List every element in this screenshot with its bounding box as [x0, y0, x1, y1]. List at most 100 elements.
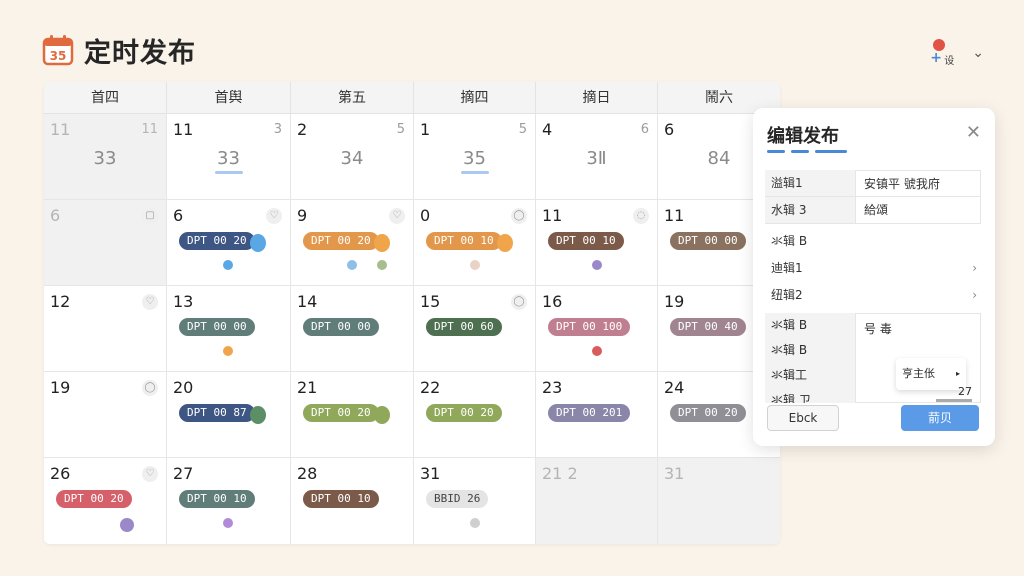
scheduled-post-tag[interactable]: DPT 00 20: [426, 404, 502, 422]
reaction-icon[interactable]: ◯: [511, 294, 527, 310]
reaction-icon[interactable]: ◌: [633, 208, 649, 224]
calendar-day-cell[interactable]: 31: [658, 458, 780, 544]
calendar-day-cell[interactable]: 16 DPT 00 100: [536, 286, 658, 371]
calendar-day-cell[interactable]: 28 DPT 00 10: [291, 458, 414, 544]
calendar-day-cell[interactable]: 14 DPT 00 00: [291, 286, 414, 371]
scheduled-post-tag[interactable]: DPT 00 100: [548, 318, 631, 336]
scheduled-post-tag[interactable]: DPT 00 87: [179, 404, 255, 422]
tab-indicator[interactable]: [815, 150, 847, 153]
day-number: 28: [297, 464, 318, 483]
calendar-day-cell[interactable]: 4 6 3Ⅱ: [536, 114, 658, 199]
day-number: 15: [420, 292, 441, 311]
day-number: 11: [664, 206, 685, 225]
status-dot-icon: [347, 260, 357, 270]
calendar-day-cell[interactable]: 22 DPT 00 20: [414, 372, 536, 457]
form-value[interactable]: 安镇平 號我府: [855, 170, 981, 197]
reaction-icon[interactable]: ♡: [142, 466, 158, 482]
day-corner-number: 3: [273, 122, 282, 137]
scheduled-post-tag[interactable]: DPT 00 20: [303, 232, 379, 250]
reaction-icon[interactable]: ♡: [142, 294, 158, 310]
user-settings-button[interactable]: + 设: [930, 38, 960, 68]
form-label: 氺辑 ㄗ: [771, 393, 811, 403]
reaction-icon[interactable]: ◯: [142, 380, 158, 396]
calendar-day-cell[interactable]: 12 ♡: [44, 286, 167, 371]
scheduled-post-tag[interactable]: DPT 00 10: [179, 490, 255, 508]
scheduled-post-tag[interactable]: DPT 00 40: [670, 318, 746, 336]
scheduled-post-tag[interactable]: DPT 00 20: [670, 404, 746, 422]
day-number: 31: [664, 464, 685, 483]
day-number: 26: [50, 464, 71, 483]
tab-indicator[interactable]: [767, 150, 785, 153]
scheduled-post-tag[interactable]: DPT 00 10: [426, 232, 502, 250]
day-corner-number: 11: [141, 122, 158, 137]
form-label: 氺辑工: [771, 368, 808, 382]
calendar-day-cell[interactable]: 21 DPT 00 20: [291, 372, 414, 457]
reaction-icon[interactable]: ♡: [389, 208, 405, 224]
chevron-down-icon[interactable]: ⌄: [972, 45, 984, 61]
confirm-button[interactable]: 葥贝: [901, 405, 979, 431]
scheduled-post-tag[interactable]: DPT 00 60: [426, 318, 502, 336]
calendar-day-cell[interactable]: 31 BBID 26: [414, 458, 536, 544]
scheduled-post-tag[interactable]: DPT 00 20: [56, 490, 132, 508]
calendar-day-cell[interactable]: 9 ♡ DPT 00 20: [291, 200, 414, 285]
day-number: 14: [297, 292, 318, 311]
form-row[interactable]: 水辑 3 給頌: [765, 197, 981, 224]
day-number: 23: [542, 378, 563, 397]
calendar-day-cell[interactable]: 2 5 34: [291, 114, 414, 199]
scheduled-post-tag[interactable]: DPT 00 20: [179, 232, 255, 250]
scheduled-post-tag[interactable]: BBID 26: [426, 490, 489, 508]
scheduled-post-tag[interactable]: DPT 00 10: [548, 232, 624, 250]
calendar-day-cell[interactable]: 20 DPT 00 87: [167, 372, 291, 457]
scheduled-post-tag[interactable]: DPT 00 20: [303, 404, 379, 422]
calendar-day-cell[interactable]: 0 ◯ DPT 00 10: [414, 200, 536, 285]
calendar-day-cell[interactable]: 13 DPT 00 00: [167, 286, 291, 371]
calendar-day-cell[interactable]: 26 ♡ DPT 00 20: [44, 458, 167, 544]
calendar-day-cell[interactable]: 1 5 35: [414, 114, 536, 199]
day-number: 0: [420, 206, 431, 225]
calendar-day-cell[interactable]: 6 ▢: [44, 200, 167, 285]
form-row[interactable]: 溢辑1 安镇平 號我府: [765, 170, 981, 197]
form-plain-row[interactable]: 纽辑2 ›: [765, 282, 981, 309]
calendar-day-cell[interactable]: 21 2: [536, 458, 658, 544]
day-number: 13: [173, 292, 194, 311]
calendar-day-cell[interactable]: 11 ◌ DPT 00 10: [536, 200, 658, 285]
scheduled-post-tag[interactable]: DPT 00 00: [670, 232, 746, 250]
edit-publish-panel: 编辑发布 ✕ 溢辑1 安镇平 號我府 水辑 3 給頌 氺辑 B 迪辑1 › 纽辑2…: [753, 108, 995, 446]
day-number: 6: [664, 120, 675, 139]
calendar-week-row: 6 ▢ 6 ♡ DPT 00 20 9 ♡ DPT 00 20 0 ◯ DPT 00 10 11 ◌ DP…: [44, 200, 780, 286]
calendar-day-cell[interactable]: 15 ◯ DPT 00 60: [414, 286, 536, 371]
form-plain-row[interactable]: 氺辑 B: [765, 228, 981, 255]
calendar-day-cell[interactable]: 27 DPT 00 10: [167, 458, 291, 544]
form-plain-row[interactable]: 迪辑1 ›: [765, 255, 981, 282]
scheduled-post-tag[interactable]: DPT 00 201: [548, 404, 631, 422]
dropdown-popover[interactable]: 亨主伥 ▸: [896, 358, 966, 390]
reaction-icon[interactable]: ◯: [511, 208, 527, 224]
calendar-day-cell[interactable]: 23 DPT 00 201: [536, 372, 658, 457]
back-button[interactable]: Ebck: [767, 405, 839, 431]
reaction-icon[interactable]: ♡: [266, 208, 282, 224]
scheduled-post-tag[interactable]: DPT 00 00: [303, 318, 379, 336]
day-number: 31: [420, 464, 441, 483]
reaction-icon[interactable]: ▢: [142, 208, 158, 224]
svg-text:35: 35: [50, 49, 67, 63]
calendar-day-cell[interactable]: 11 11 33: [44, 114, 167, 199]
status-dot-icon: [223, 260, 233, 270]
day-number: 11: [50, 120, 71, 139]
day-corner-number: 6: [640, 122, 649, 137]
close-icon[interactable]: ✕: [966, 122, 981, 143]
calendar-day-cell[interactable]: 6 ♡ DPT 00 20: [167, 200, 291, 285]
form-block-labels: 氺辑 B 氺辑 B 氺辑工 氺辑 ㄗ: [765, 313, 855, 403]
calendar-weeks: 11 11 33 11 3 33 2 5 34 1 5 35 4 6 3Ⅱ 6 84 6 ▢ 6 ♡ DPT 00 20 9…: [44, 114, 780, 544]
form-label: 溢辑1: [765, 170, 855, 197]
tab-indicator[interactable]: [791, 150, 809, 153]
form-value[interactable]: 給頌: [855, 197, 981, 224]
form-block: 氺辑 B 氺辑 B 氺辑工 氺辑 ㄗ 号 毒 亨主伥 ▸ 27: [765, 313, 981, 403]
scheduled-post-tag[interactable]: DPT 00 00: [179, 318, 255, 336]
calendar-day-cell[interactable]: 19 ◯: [44, 372, 167, 457]
scroll-indicator[interactable]: [936, 399, 972, 402]
calendar-day-cell[interactable]: 11 3 33: [167, 114, 291, 199]
day-number: 4: [542, 120, 553, 139]
scheduled-post-tag[interactable]: DPT 00 10: [303, 490, 379, 508]
form-block-content[interactable]: 号 毒 亨主伥 ▸ 27: [855, 313, 981, 403]
status-dot-icon: [120, 518, 134, 532]
